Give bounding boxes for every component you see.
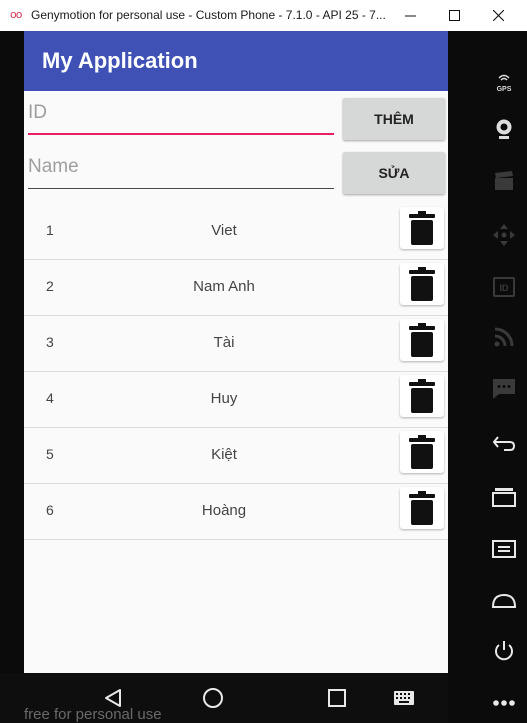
list-item[interactable]: 1 Viet <box>24 204 448 260</box>
gps-icon: GPS <box>497 74 512 93</box>
item-id: 1 <box>46 222 54 238</box>
genymotion-logo-icon: oo <box>10 8 23 21</box>
list-item[interactable]: 4 Huy <box>24 372 448 428</box>
window-titlebar: oo Genymotion for personal use - Custom … <box>0 0 527 31</box>
menu-icon <box>492 540 516 558</box>
window-title: Genymotion for personal use - Custom Pho… <box>31 8 386 22</box>
edit-button[interactable]: SỬA <box>343 152 445 194</box>
close-icon <box>492 10 504 21</box>
back-icon <box>105 689 121 707</box>
device-id-button[interactable]: ID <box>489 273 519 301</box>
dpad-button[interactable] <box>489 221 519 249</box>
recents-button[interactable] <box>322 683 352 713</box>
trash-icon <box>409 435 435 469</box>
gps-button[interactable]: GPS <box>489 69 519 97</box>
device-frame-left <box>0 31 24 722</box>
delete-button[interactable] <box>400 319 444 361</box>
delete-button[interactable] <box>400 263 444 305</box>
more-options-button[interactable] <box>489 689 519 717</box>
add-button[interactable]: THÊM <box>343 98 445 140</box>
device-id-label: ID <box>500 283 510 293</box>
recent-apps-icon <box>492 488 516 507</box>
minimize-icon <box>404 15 416 17</box>
item-id: 3 <box>46 334 54 350</box>
item-name: Tài <box>213 334 235 351</box>
undo-back-icon <box>492 436 516 451</box>
trash-icon <box>409 491 435 525</box>
delete-button[interactable] <box>400 431 444 473</box>
dpad-icon <box>493 224 515 246</box>
webcam-icon <box>496 119 512 139</box>
item-name: Hoàng <box>201 502 247 519</box>
toolbar-home-button[interactable] <box>489 587 519 615</box>
trash-icon <box>409 267 435 301</box>
item-id: 5 <box>46 446 54 462</box>
item-id: 6 <box>46 502 54 518</box>
item-name: Viet <box>211 222 237 239</box>
item-id: 4 <box>46 390 54 406</box>
trash-icon <box>409 323 435 357</box>
item-name: Huy <box>210 390 238 407</box>
item-name: Nam Anh <box>193 278 255 295</box>
id-input[interactable] <box>28 95 334 131</box>
recents-icon <box>328 689 346 707</box>
id-input-underline <box>28 133 334 135</box>
id-field[interactable] <box>28 95 334 135</box>
toolbar-home-icon <box>492 593 516 608</box>
minimize-button[interactable] <box>388 0 432 31</box>
close-button[interactable] <box>476 0 520 31</box>
name-field[interactable] <box>28 149 334 189</box>
genymotion-toolbar: GPS ID <box>448 31 527 722</box>
trash-icon <box>409 211 435 245</box>
rss-icon <box>494 327 514 347</box>
home-button[interactable] <box>198 683 228 713</box>
delete-button[interactable] <box>400 375 444 417</box>
maximize-button[interactable] <box>432 0 476 31</box>
delete-button[interactable] <box>400 207 444 249</box>
clapperboard-icon <box>495 171 513 190</box>
sms-button[interactable] <box>489 375 519 403</box>
list-item[interactable]: 2 Nam Anh <box>24 260 448 316</box>
keyboard-button[interactable] <box>389 683 419 713</box>
list-item[interactable]: 3 Tài <box>24 316 448 372</box>
maximize-icon <box>448 10 460 21</box>
power-button[interactable] <box>489 637 519 665</box>
gps-label: GPS <box>497 86 512 93</box>
device-id-icon: ID <box>493 277 515 297</box>
trash-icon <box>409 379 435 413</box>
keyboard-icon <box>394 691 414 705</box>
name-input-underline <box>28 188 334 189</box>
person-list: 1 Viet 2 Nam Anh 3 Tài 4 Huy 5 Kiệt 6 Ho… <box>24 204 448 540</box>
more-dots-icon <box>493 700 515 706</box>
network-button[interactable] <box>489 323 519 351</box>
message-icon <box>493 379 515 399</box>
list-item[interactable]: 5 Kiệt <box>24 428 448 484</box>
item-id: 2 <box>46 278 54 294</box>
item-name: Kiệt <box>211 446 237 463</box>
app-title: My Application <box>42 48 198 73</box>
power-icon <box>495 641 513 661</box>
capture-button[interactable] <box>489 167 519 195</box>
watermark-text: free for personal use <box>24 706 162 723</box>
toolbar-menu-button[interactable] <box>489 535 519 563</box>
device-screen: My Application THÊM SỬA 1 Viet 2 Nam Anh… <box>24 31 448 673</box>
name-input[interactable] <box>28 149 334 185</box>
home-icon <box>203 688 223 708</box>
camera-button[interactable] <box>489 115 519 143</box>
toolbar-back-button[interactable] <box>489 429 519 457</box>
delete-button[interactable] <box>400 487 444 529</box>
toolbar-recent-apps-button[interactable] <box>489 483 519 511</box>
list-item[interactable]: 6 Hoàng <box>24 484 448 540</box>
app-bar: My Application <box>24 31 448 91</box>
